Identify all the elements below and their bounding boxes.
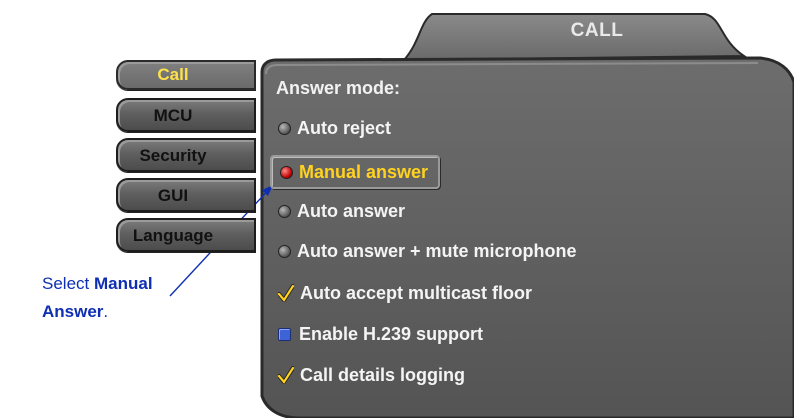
radio-icon[interactable] bbox=[278, 204, 291, 218]
callout-prefix: Select bbox=[42, 274, 94, 293]
sidebar-item-label: Security bbox=[139, 146, 207, 165]
sidebar-item-label: Call bbox=[157, 65, 189, 84]
checkmark-icon[interactable] bbox=[278, 284, 294, 302]
option-auto-reject[interactable]: Auto reject bbox=[278, 114, 391, 142]
sidebar-item-label: MCU bbox=[153, 106, 193, 125]
callout-bold-answer: Answer bbox=[42, 302, 104, 321]
callout-text: Select Manual Answer. bbox=[42, 270, 153, 326]
sidebar-item-security[interactable]: Security bbox=[116, 138, 256, 172]
scene: CALL Call MCU Security GUI Language Answ… bbox=[0, 0, 794, 418]
sidebar-item-call[interactable]: Call bbox=[116, 60, 256, 90]
answer-mode-heading: Answer mode: bbox=[276, 78, 401, 98]
checkbox-icon[interactable] bbox=[278, 327, 291, 341]
option-auto-answer[interactable]: Auto answer bbox=[278, 197, 405, 225]
option-auto-accept-multicast[interactable]: Auto accept multicast floor bbox=[278, 279, 532, 307]
option-label: Call details logging bbox=[300, 364, 466, 385]
option-label: Auto answer + mute microphone bbox=[297, 240, 577, 261]
option-enable-h239[interactable]: Enable H.239 support bbox=[278, 320, 483, 348]
option-manual-answer[interactable]: Manual answer bbox=[270, 155, 441, 189]
option-label: Auto accept multicast floor bbox=[300, 282, 533, 303]
sidebar-item-label: GUI bbox=[157, 186, 189, 205]
option-auto-answer-mute[interactable]: Auto answer + mute microphone bbox=[278, 237, 577, 265]
sidebar-item-language[interactable]: Language bbox=[116, 218, 256, 252]
window-title: CALL bbox=[570, 20, 624, 41]
sidebar-item-gui[interactable]: GUI bbox=[116, 178, 256, 212]
sidebar-item-mcu[interactable]: MCU bbox=[116, 98, 256, 132]
option-label: Manual answer bbox=[299, 161, 429, 182]
sidebar-item-label: Language bbox=[132, 226, 214, 245]
option-call-details-logging[interactable]: Call details logging bbox=[278, 361, 465, 389]
callout-bold-manual: Manual bbox=[93, 274, 153, 293]
option-label: Auto reject bbox=[297, 117, 392, 138]
option-label: Enable H.239 support bbox=[299, 323, 484, 344]
radio-icon[interactable] bbox=[278, 121, 291, 135]
callout-suffix: . bbox=[103, 302, 109, 321]
radio-selected-icon[interactable] bbox=[280, 165, 293, 179]
checkmark-icon[interactable] bbox=[278, 366, 294, 384]
option-label: Auto answer bbox=[297, 200, 406, 221]
radio-icon[interactable] bbox=[278, 244, 291, 258]
